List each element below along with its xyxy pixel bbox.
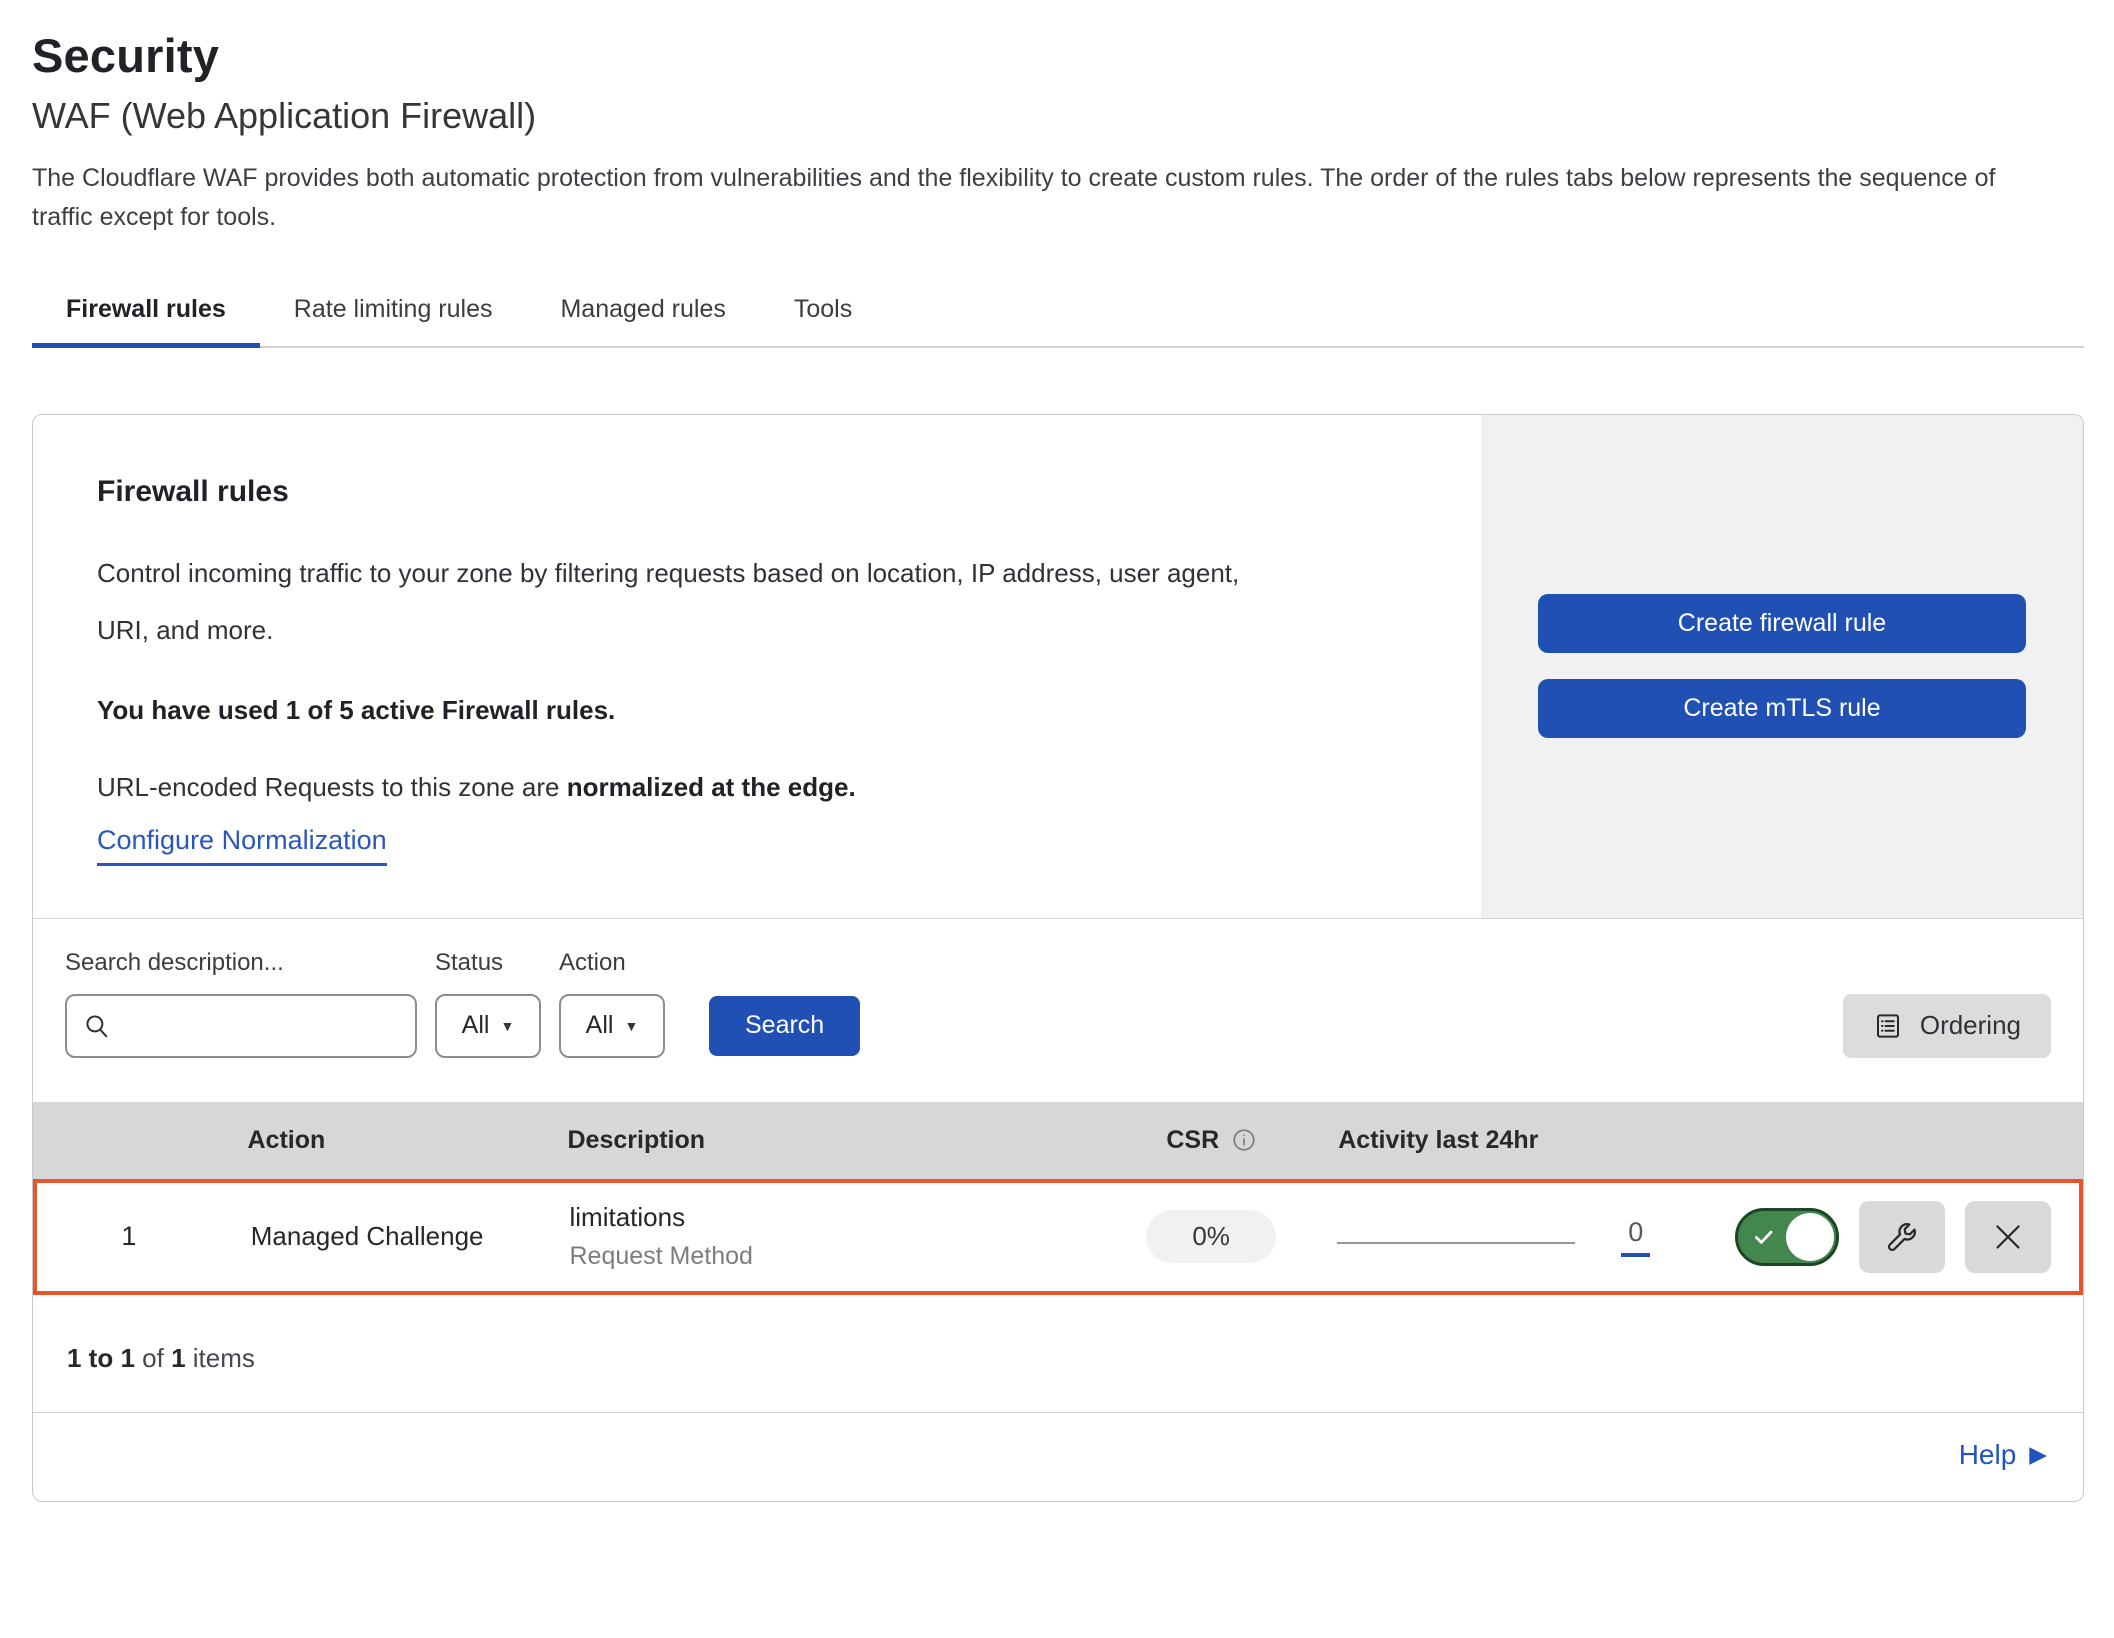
firewall-rules-summary-section: Firewall rules Control incoming traffic … [33,415,2083,919]
header-activity: Activity last 24hr [1314,1126,1724,1155]
create-mtls-rule-button[interactable]: Create mTLS rule [1538,679,2026,738]
rule-description-sub: Request Method [569,1242,1109,1271]
waf-tab-bar: Firewall rules Rate limiting rules Manag… [32,281,2084,348]
check-icon [1751,1224,1777,1250]
normalization-text-bold: normalized at the edge. [567,772,856,802]
status-filter-label: Status [435,949,541,977]
chevron-down-icon: ▼ [500,1018,514,1034]
ordering-list-icon [1873,1011,1903,1041]
delete-rule-button[interactable] [1965,1201,2051,1273]
toggle-knob [1786,1213,1834,1261]
normalization-text-regular: URL-encoded Requests to this zone are [97,772,567,802]
header-description: Description [546,1126,1110,1155]
search-description-label: Search description... [65,949,417,977]
search-description-field: Search description... [65,949,417,1058]
page-description: The Cloudflare WAF provides both automat… [32,159,2047,237]
csr-badge: 0% [1146,1210,1276,1263]
table-pagination-summary: 1 to 1 of 1 items [33,1295,2083,1412]
help-link-label: Help [1959,1439,2017,1471]
rules-filter-bar: Search description... Status All ▼ [33,919,2083,1102]
security-waf-page: Security WAF (Web Application Firewall) … [0,0,2114,1502]
tab-rate-limiting-rules[interactable]: Rate limiting rules [260,281,527,346]
chevron-down-icon: ▼ [624,1018,638,1034]
firewall-rules-card: Firewall rules Control incoming traffic … [32,414,2084,1502]
ordering-button[interactable]: Ordering [1843,994,2051,1058]
header-csr: CSR [1109,1126,1314,1155]
close-icon [1990,1219,2026,1255]
action-filter-label: Action [559,949,665,977]
edit-rule-button[interactable] [1859,1201,1945,1273]
create-rule-panel: Create firewall rule Create mTLS rule [1481,415,2083,918]
pagination-range: 1 to 1 [67,1343,135,1373]
pagination-total: 1 [171,1343,185,1373]
info-icon[interactable] [1231,1127,1257,1153]
status-filter-select[interactable]: All ▼ [435,994,541,1058]
rule-enabled-toggle[interactable] [1735,1208,1839,1266]
rule-action: Managed Challenge [221,1221,548,1252]
search-icon [83,1012,111,1040]
search-input-box[interactable] [65,994,417,1058]
panel-title: Firewall rules [97,475,1417,509]
action-filter-select[interactable]: All ▼ [559,994,665,1058]
rule-controls-cell [1722,1201,2079,1273]
activity-count-link[interactable]: 0 [1621,1217,1650,1257]
status-filter-value: All [462,1011,490,1040]
tab-tools[interactable]: Tools [760,281,886,346]
ordering-button-label: Ordering [1920,1010,2021,1041]
search-button[interactable]: Search [709,996,860,1056]
configure-normalization-link[interactable]: Configure Normalization [97,825,387,866]
rules-table-header: Action Description CSR Activity last 24h… [33,1102,2083,1179]
status-filter-field: Status All ▼ [435,949,541,1058]
action-filter-field: Action All ▼ [559,949,665,1058]
firewall-rules-summary-text: Firewall rules Control incoming traffic … [33,415,1481,918]
rule-activity-cell: 0 [1313,1217,1721,1257]
action-filter-value: All [586,1011,614,1040]
rule-csr-cell: 0% [1109,1210,1313,1263]
pagination-items: items [193,1343,255,1373]
search-input[interactable] [123,1010,399,1041]
wrench-icon [1884,1219,1920,1255]
pagination-of: of [142,1343,164,1373]
page-title: Security [32,28,2084,83]
tab-managed-rules[interactable]: Managed rules [526,281,759,346]
panel-description: Control incoming traffic to your zone by… [97,545,1277,659]
create-firewall-rule-button[interactable]: Create firewall rule [1538,594,2026,653]
tab-firewall-rules[interactable]: Firewall rules [32,281,260,346]
rule-description-cell: limitations Request Method [547,1202,1109,1271]
help-arrow-icon: ▶ [2029,1443,2047,1466]
rule-priority: 1 [37,1221,221,1252]
rules-usage-text: You have used 1 of 5 active Firewall rul… [97,695,1417,726]
table-row-rule-1: 1 Managed Challenge limitations Request … [33,1179,2083,1295]
normalization-text: URL-encoded Requests to this zone are no… [97,772,1417,803]
help-link[interactable]: Help ▶ [1959,1439,2047,1471]
rule-description[interactable]: limitations [569,1202,1109,1233]
activity-sparkline [1337,1242,1575,1244]
help-footer: Help ▶ [33,1412,2083,1501]
header-action: Action [218,1126,546,1155]
header-csr-label: CSR [1166,1126,1219,1155]
page-subtitle: WAF (Web Application Firewall) [32,95,2084,137]
